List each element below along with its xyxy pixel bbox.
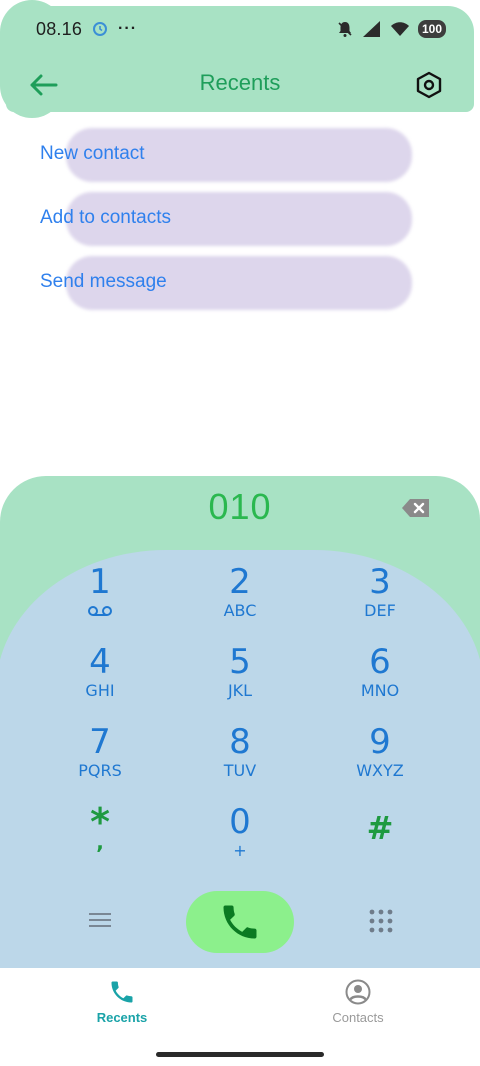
phone-icon xyxy=(223,905,257,939)
key-digit: 4 xyxy=(89,642,111,682)
number-actions-list: New contact Add to contacts Send message xyxy=(0,124,480,316)
key-digit: 7 xyxy=(89,722,111,762)
keypad: 1 2 ABC 3 DEF 4 GHI 5 JKL 6 MNO 7 PQRS 8… xyxy=(0,556,480,876)
key-star[interactable]: * , xyxy=(30,796,170,876)
key-digit: 0 xyxy=(229,802,251,842)
dialpad-icon xyxy=(369,909,393,933)
key-5[interactable]: 5 JKL xyxy=(170,636,310,716)
key-3[interactable]: 3 DEF xyxy=(310,556,450,636)
battery-indicator: 100 xyxy=(417,20,446,38)
key-0[interactable]: 0 + xyxy=(170,796,310,876)
key-letters: MNO xyxy=(360,681,400,700)
wifi-icon xyxy=(390,22,409,36)
tab-label: Recents xyxy=(96,1010,148,1025)
menu-icon xyxy=(89,913,111,927)
key-letters: DEF xyxy=(364,601,396,620)
key-digit: 1 xyxy=(89,562,111,602)
add-to-contacts-action[interactable]: Add to contacts xyxy=(0,188,480,252)
action-label: Send message xyxy=(40,271,167,292)
status-time: 08.16 xyxy=(36,18,83,39)
bottom-navigation: Recents Contacts xyxy=(0,968,480,1066)
home-indicator[interactable] xyxy=(156,1052,324,1057)
signal-icon xyxy=(362,21,380,37)
alarm-icon xyxy=(93,22,108,36)
more-notifications-icon: ··· xyxy=(118,20,138,37)
app-bar: Recents xyxy=(0,58,480,112)
key-digit: 6 xyxy=(369,642,391,682)
dialpad-toggle-button[interactable] xyxy=(362,904,400,938)
action-label: Add to contacts xyxy=(40,207,171,228)
key-6[interactable]: 6 MNO xyxy=(310,636,450,716)
key-letters: JKL xyxy=(227,681,253,700)
status-bar: 08.16 ··· 100 xyxy=(0,0,480,58)
key-digit: # xyxy=(366,809,394,847)
key-letters: PQRS xyxy=(78,761,122,780)
status-right: 100 xyxy=(336,20,446,38)
key-digit: 3 xyxy=(369,562,391,602)
voicemail-icon xyxy=(88,606,112,616)
send-message-action[interactable]: Send message xyxy=(0,252,480,316)
do-not-disturb-icon xyxy=(338,22,352,37)
dialer-actions xyxy=(0,888,480,954)
call-button[interactable] xyxy=(186,891,294,953)
backspace-button[interactable] xyxy=(400,496,432,520)
key-4[interactable]: 4 GHI xyxy=(30,636,170,716)
menu-button[interactable] xyxy=(80,904,120,936)
new-contact-action[interactable]: New contact xyxy=(0,124,480,188)
tab-label: Contacts xyxy=(332,1010,384,1025)
key-letters: , xyxy=(96,830,104,854)
tab-recents[interactable]: Recents xyxy=(52,978,192,1038)
key-2[interactable]: 2 ABC xyxy=(170,556,310,636)
key-8[interactable]: 8 TUV xyxy=(170,716,310,796)
key-letters: GHI xyxy=(85,681,115,700)
hexagon-settings-icon xyxy=(416,71,442,99)
key-9[interactable]: 9 WXYZ xyxy=(310,716,450,796)
backspace-icon xyxy=(402,499,429,517)
key-digit: 8 xyxy=(229,722,251,762)
key-digit: 5 xyxy=(229,642,251,682)
key-7[interactable]: 7 PQRS xyxy=(30,716,170,796)
tab-contacts[interactable]: Contacts xyxy=(288,978,428,1038)
key-digit: 9 xyxy=(369,722,391,762)
key-digit: 2 xyxy=(229,562,251,602)
key-letters: TUV xyxy=(223,761,257,780)
action-label: New contact xyxy=(40,143,145,164)
key-1[interactable]: 1 xyxy=(30,556,170,636)
key-hash[interactable]: # xyxy=(310,796,450,876)
key-letters: WXYZ xyxy=(356,761,404,780)
key-letters: + xyxy=(233,841,247,860)
key-letters: ABC xyxy=(223,601,257,620)
settings-button[interactable] xyxy=(408,64,450,106)
account-circle-icon xyxy=(345,979,371,1005)
dialer-panel: 010 1 2 ABC 3 DEF 4 GHI 5 JKL 6 MNO 7 PQ… xyxy=(0,476,480,968)
phone-icon xyxy=(111,981,133,1003)
